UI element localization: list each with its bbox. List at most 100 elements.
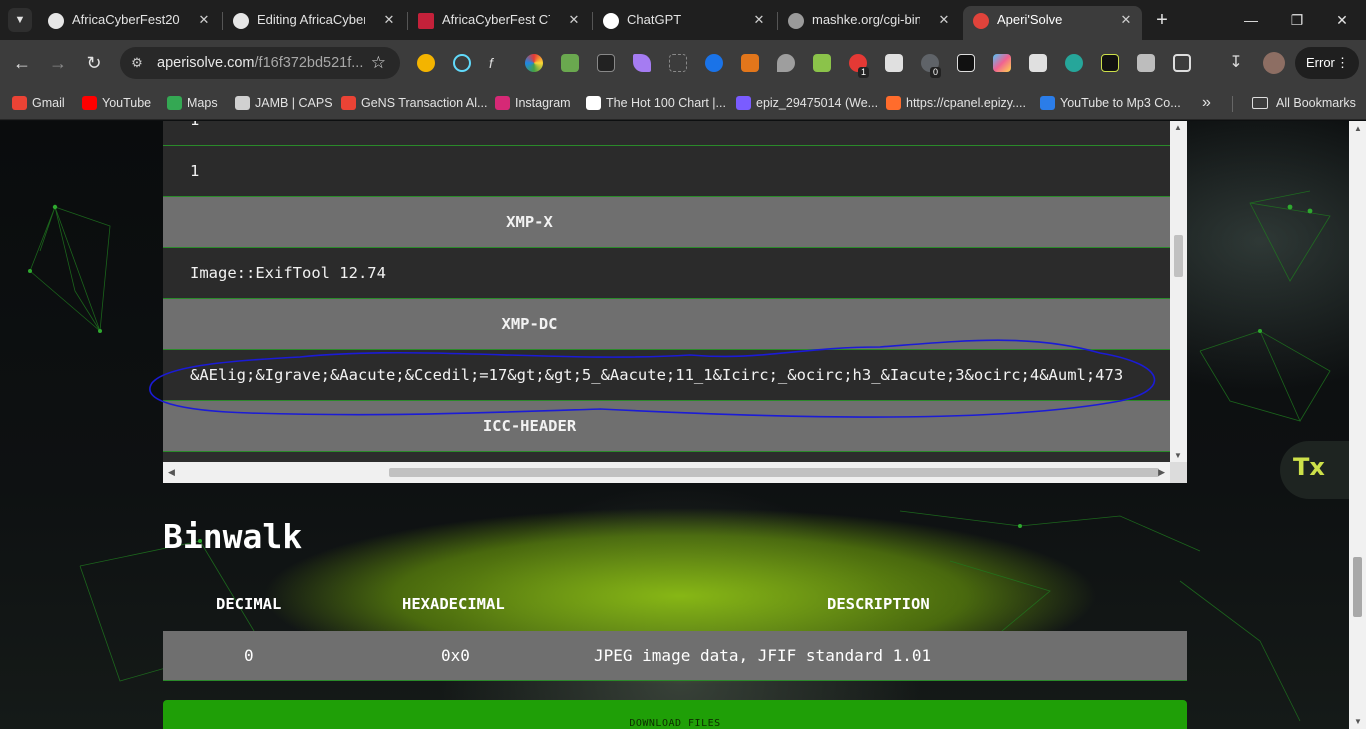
- billboard-icon: [586, 96, 601, 110]
- location-icon[interactable]: [777, 54, 795, 72]
- bookmark-gens-transaction[interactable]: GeNS Transaction Al...: [341, 92, 487, 114]
- tab-title: AfricaCyberFest2024-: [72, 12, 180, 27]
- maps-icon: [167, 96, 182, 110]
- tx-extension-icon[interactable]: [1101, 54, 1119, 72]
- tab-africacyberfest-github[interactable]: AfricaCyberFest2024- ✕: [38, 6, 220, 36]
- scroll-right-arrow-icon[interactable]: ▶: [1158, 467, 1165, 478]
- bookmark-cpanel[interactable]: https://cpanel.epizy....: [886, 92, 1026, 114]
- ctf-icon: [418, 13, 434, 29]
- tab-editing-africacyberfest[interactable]: Editing AfricaCyberFe ✕: [223, 6, 405, 36]
- eyedropper-icon[interactable]: [597, 54, 615, 72]
- tab-africacyberfest-ctf[interactable]: AfricaCyberFest CTF ✕: [408, 6, 590, 36]
- tab-search-button[interactable]: ▼: [8, 8, 32, 32]
- metamask-icon[interactable]: [741, 54, 759, 72]
- extension-icon[interactable]: [417, 54, 435, 72]
- scroll-up-arrow-icon[interactable]: ▲: [1354, 124, 1362, 133]
- exif-table[interactable]: 1 1 XMP-X Image::ExifTool 12.74 XMP-DC &…: [163, 121, 1170, 462]
- kebab-menu-icon[interactable]: ⋮: [1336, 47, 1349, 79]
- column-header-description: DESCRIPTION: [827, 595, 930, 613]
- scroll-up-arrow-icon[interactable]: ▲: [1174, 123, 1182, 132]
- infinity-icon: [736, 96, 751, 110]
- lock-icon[interactable]: [957, 54, 975, 72]
- close-tab-icon[interactable]: ✕: [566, 6, 582, 34]
- minimize-button[interactable]: —: [1236, 8, 1266, 32]
- scroll-down-arrow-icon[interactable]: ▼: [1174, 451, 1182, 460]
- close-tab-icon[interactable]: ✕: [751, 6, 767, 34]
- reload-button[interactable]: ↻: [81, 50, 107, 76]
- bookmark-youtube-to-mp3[interactable]: YouTube to Mp3 Co...: [1040, 92, 1181, 114]
- close-tab-icon[interactable]: ✕: [936, 6, 952, 34]
- close-window-button[interactable]: ✕: [1327, 8, 1357, 32]
- bookmark-youtube[interactable]: YouTube: [82, 92, 151, 114]
- download-files-button[interactable]: DOWNLOAD FILES: [163, 700, 1187, 729]
- all-bookmarks-folder[interactable]: All Bookmarks: [1252, 92, 1356, 114]
- restore-button[interactable]: ❐: [1282, 8, 1312, 32]
- bookmark-gmail[interactable]: Gmail: [12, 92, 65, 114]
- color-picker-icon[interactable]: [525, 54, 543, 72]
- more-bookmarks-chevron-icon[interactable]: »: [1202, 92, 1211, 114]
- scrollbar-thumb[interactable]: [1174, 235, 1183, 277]
- exif-table-panel[interactable]: 1 1 XMP-X Image::ExifTool 12.74 XMP-DC &…: [163, 121, 1187, 483]
- table-horizontal-scrollbar[interactable]: ◀ ▶: [163, 462, 1170, 483]
- page-viewport: 1 1 XMP-X Image::ExifTool 12.74 XMP-DC &…: [0, 121, 1366, 729]
- extensions-puzzle-icon[interactable]: [1173, 54, 1191, 72]
- extension-badge: 0: [930, 67, 942, 78]
- bookmark-jamb-caps[interactable]: JAMB | CAPS: [235, 92, 333, 114]
- binwalk-section-title: Binwalk: [163, 517, 303, 556]
- downloads-icon[interactable]: ↧: [1227, 54, 1245, 72]
- bee-icon[interactable]: [813, 54, 831, 72]
- tab-aperisolve[interactable]: Aperi'Solve ✕: [963, 6, 1142, 40]
- browser-toolbar: ← → ↻ ⚙ aperisolve.com/f16f372bd521f... …: [0, 40, 1366, 86]
- section-header-xmp-x: XMP-X: [163, 197, 1170, 248]
- table-row: 0 0x0 JPEG image data, JFIF standard 1.0…: [163, 631, 1187, 681]
- tab-mashke[interactable]: mashke.org/cgi-bin/c ✕: [778, 6, 960, 36]
- profile-error-button[interactable]: Error ⋮: [1295, 47, 1359, 79]
- bookmark-hot-100[interactable]: The Hot 100 Chart |...: [586, 92, 726, 114]
- profile-error-label: Error: [1306, 55, 1335, 70]
- back-button[interactable]: ←: [9, 50, 35, 76]
- bookmark-star-icon[interactable]: ☆: [371, 47, 386, 79]
- bookmark-instagram[interactable]: Instagram: [495, 92, 571, 114]
- feather-icon[interactable]: [633, 54, 651, 72]
- heart-extension-icon[interactable]: [993, 54, 1011, 72]
- decimal-cell: 0: [244, 646, 254, 665]
- grid-extension-icon[interactable]: [1137, 54, 1155, 72]
- image-extension-icon[interactable]: [561, 54, 579, 72]
- folder-icon: [1252, 97, 1268, 109]
- cpanel-icon: [886, 96, 901, 110]
- tab-chatgpt[interactable]: ChatGPT ✕: [593, 6, 775, 36]
- bookmark-maps[interactable]: Maps: [167, 92, 218, 114]
- document-icon: [235, 96, 250, 110]
- network-extension-icon[interactable]: [1065, 54, 1083, 72]
- table-vertical-scrollbar[interactable]: ▲ ▼: [1170, 121, 1187, 462]
- section-header-icc-header: ICC-HEADER: [163, 401, 1170, 452]
- close-tab-icon[interactable]: ✕: [196, 6, 212, 34]
- reader-icon[interactable]: [885, 54, 903, 72]
- react-devtools-icon[interactable]: [453, 54, 471, 72]
- page-scrollbar[interactable]: ▲ ▼: [1349, 121, 1366, 729]
- scroll-down-arrow-icon[interactable]: ▼: [1354, 717, 1362, 726]
- bookmarks-bar: Gmail YouTube Maps JAMB | CAPS GeNS Tran…: [0, 86, 1366, 120]
- function-extension-icon[interactable]: f: [489, 54, 507, 72]
- new-tab-button[interactable]: +: [1150, 8, 1174, 32]
- avatar[interactable]: [1263, 52, 1285, 74]
- bookmark-epiz[interactable]: epiz_29475014 (We...: [736, 92, 878, 114]
- tab-strip: ▼ AfricaCyberFest2024- ✕ Editing AfricaC…: [0, 0, 1366, 40]
- scrollbar-thumb[interactable]: [389, 468, 1159, 477]
- table-cell: &AElig;&Igrave;&Aacute;&Ccedil;=17&gt;&g…: [190, 366, 1124, 384]
- sync-extension-icon[interactable]: [705, 54, 723, 72]
- site-info-icon[interactable]: ⚙: [128, 54, 146, 72]
- forward-button[interactable]: →: [45, 50, 71, 76]
- close-tab-icon[interactable]: ✕: [381, 6, 397, 34]
- github-icon: [233, 13, 249, 29]
- scroll-left-arrow-icon[interactable]: ◀: [168, 467, 175, 478]
- table-cell: 1: [190, 162, 200, 180]
- qr-code-icon[interactable]: [1029, 54, 1047, 72]
- table-row: 1: [163, 146, 1170, 197]
- scrollbar-thumb[interactable]: [1353, 557, 1362, 617]
- tab-title: ChatGPT: [627, 12, 682, 27]
- close-tab-icon[interactable]: ✕: [1118, 6, 1134, 34]
- address-url: aperisolve.com/f16f372bd521f...: [157, 55, 364, 71]
- address-bar[interactable]: ⚙ aperisolve.com/f16f372bd521f... ☆: [120, 47, 400, 79]
- ruler-icon[interactable]: [669, 54, 687, 72]
